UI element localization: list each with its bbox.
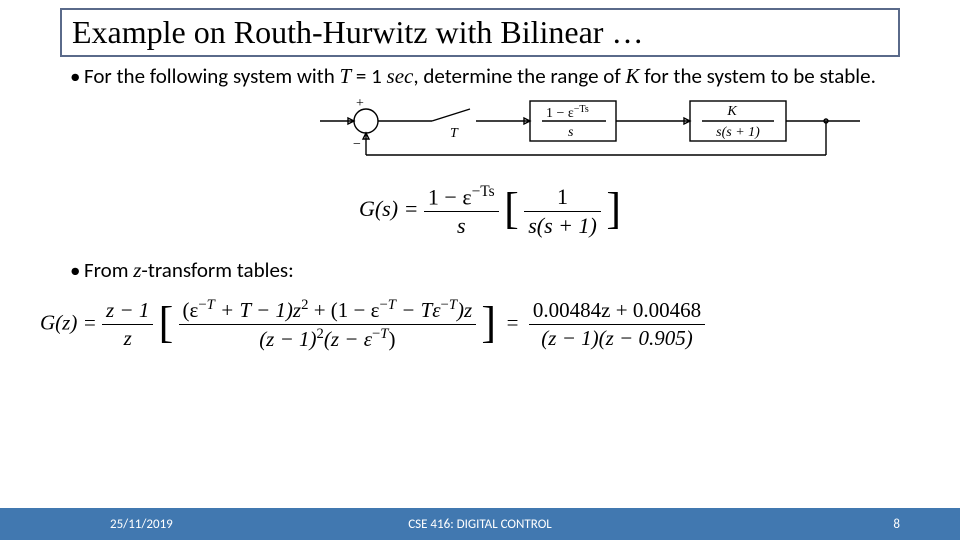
block-diagram: + − T 1 − ε−Ts s K <box>320 93 910 169</box>
var-K: K <box>626 64 640 88</box>
bullet-2: • From z-transform tables: <box>70 257 910 283</box>
sum-plus: + <box>356 96 364 111</box>
plant-K: K <box>726 104 737 119</box>
footer-course: CSE 416: DIGITAL CONTROL <box>408 517 552 532</box>
slide-title: Example on Routh-Hurwitz with Bilinear … <box>72 14 888 51</box>
footer-page: 8 <box>893 517 900 532</box>
footer-date: 25/11/2019 <box>110 517 173 532</box>
bullet-1: • For the following system with T = 1 se… <box>70 63 910 89</box>
equation-Gs: G(s) = 1 − ε−Ts s [ 1 s(s + 1) ] <box>70 183 910 239</box>
slide-title-box: Example on Routh-Hurwitz with Bilinear … <box>60 8 900 57</box>
sampler-T: T <box>450 126 459 141</box>
zoh-num: 1 − ε−Ts <box>546 104 589 121</box>
zoh-den: s <box>568 125 574 140</box>
slide-body: • For the following system with T = 1 se… <box>0 57 960 540</box>
var-T: T <box>340 64 352 88</box>
bullet1-prefix: For the following system with <box>84 63 340 89</box>
slide-footer: 25/11/2019 CSE 416: DIGITAL CONTROL 8 <box>0 508 960 540</box>
sum-minus: − <box>353 137 361 152</box>
plant-den: s(s + 1) <box>716 125 760 140</box>
equation-Gz: G(z) = z − 1 z [ (ε−T + T − 1)z2 + (1 − … <box>40 297 910 352</box>
